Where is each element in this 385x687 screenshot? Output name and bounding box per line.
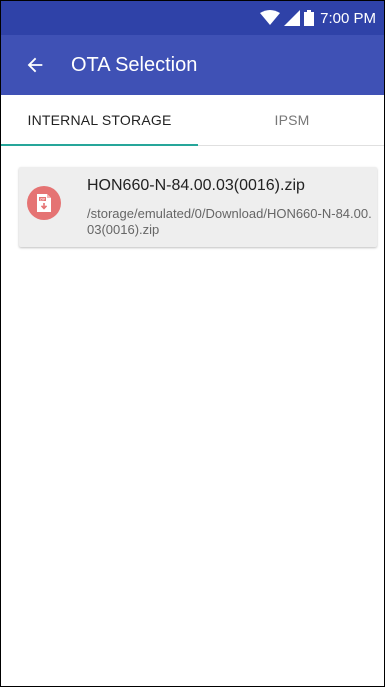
zip-file-icon: ZIP <box>27 186 61 220</box>
page-title: OTA Selection <box>71 53 198 76</box>
signal-icon <box>284 10 301 26</box>
file-name: HON660-N-84.00.03(0016).zip <box>87 177 305 194</box>
file-path: /storage/emulated/0/Download/HON660-N-84… <box>87 206 372 237</box>
tab-ipsm[interactable]: IPSM <box>198 95 385 145</box>
file-list-item[interactable]: ZIP HON660-N-84.00.03(0016).zip /storage… <box>19 167 377 247</box>
wifi-icon <box>260 10 281 25</box>
status-bar: 7:00 PM <box>1 1 384 35</box>
arrow-left-icon <box>27 57 43 73</box>
tab-bar: INTERNAL STORAGE IPSM <box>1 95 384 146</box>
status-time: 7:00 PM <box>320 9 376 27</box>
tab-internal-storage[interactable]: INTERNAL STORAGE <box>1 95 198 146</box>
app-bar: OTA Selection <box>1 35 384 95</box>
battery-icon <box>304 10 315 26</box>
svg-text:ZIP: ZIP <box>40 197 46 201</box>
back-button[interactable] <box>7 35 63 95</box>
